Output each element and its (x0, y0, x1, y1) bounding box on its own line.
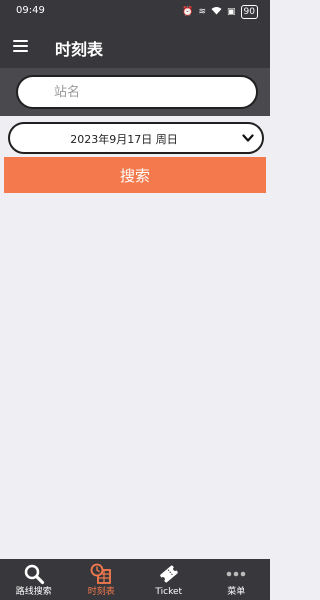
station-search-area (0, 68, 270, 116)
station-search-field[interactable] (16, 75, 258, 109)
more-icon (226, 571, 246, 577)
timetable-icon (90, 563, 112, 584)
date-selector[interactable]: 2023年9月17日 周日 (8, 122, 264, 154)
nav-label: 时刻表 (87, 587, 115, 597)
status-bar: 09:49 ⏰ ≋ ▣ 90 (0, 0, 270, 24)
nav-item-menu[interactable]: 菜单 (203, 559, 271, 600)
nav-label: Ticket (155, 587, 183, 597)
hamburger-menu-icon[interactable] (13, 40, 28, 52)
nav-item-ticket[interactable]: Ticket (135, 559, 203, 600)
search-icon (24, 564, 44, 585)
alarm-icon: ⏰ (182, 7, 194, 17)
app-bar: 时刻表 (0, 24, 270, 68)
status-icons: ⏰ ≋ ▣ 90 (182, 5, 258, 19)
date-value: 2023年9月17日 周日 (70, 133, 178, 146)
sim-icon: ▣ (227, 7, 236, 17)
chevron-down-icon (242, 134, 254, 142)
nav-item-route-search[interactable]: 路线搜索 (0, 559, 68, 600)
nav-item-timetable[interactable]: 时刻表 (68, 559, 136, 600)
station-search-input[interactable] (54, 77, 254, 107)
wifi-icon (211, 6, 222, 19)
nav-label: 菜单 (227, 587, 246, 597)
search-button[interactable]: 搜索 (4, 157, 266, 193)
ticket-icon (160, 565, 178, 583)
status-time: 09:49 (16, 5, 45, 16)
nav-label: 路线搜索 (15, 587, 52, 597)
page-title: 时刻表 (55, 40, 104, 59)
vibrate-icon: ≋ (198, 7, 207, 17)
battery-icon: 90 (240, 5, 258, 19)
bottom-nav: 路线搜索 时刻表 Ticket 菜单 (0, 559, 270, 600)
